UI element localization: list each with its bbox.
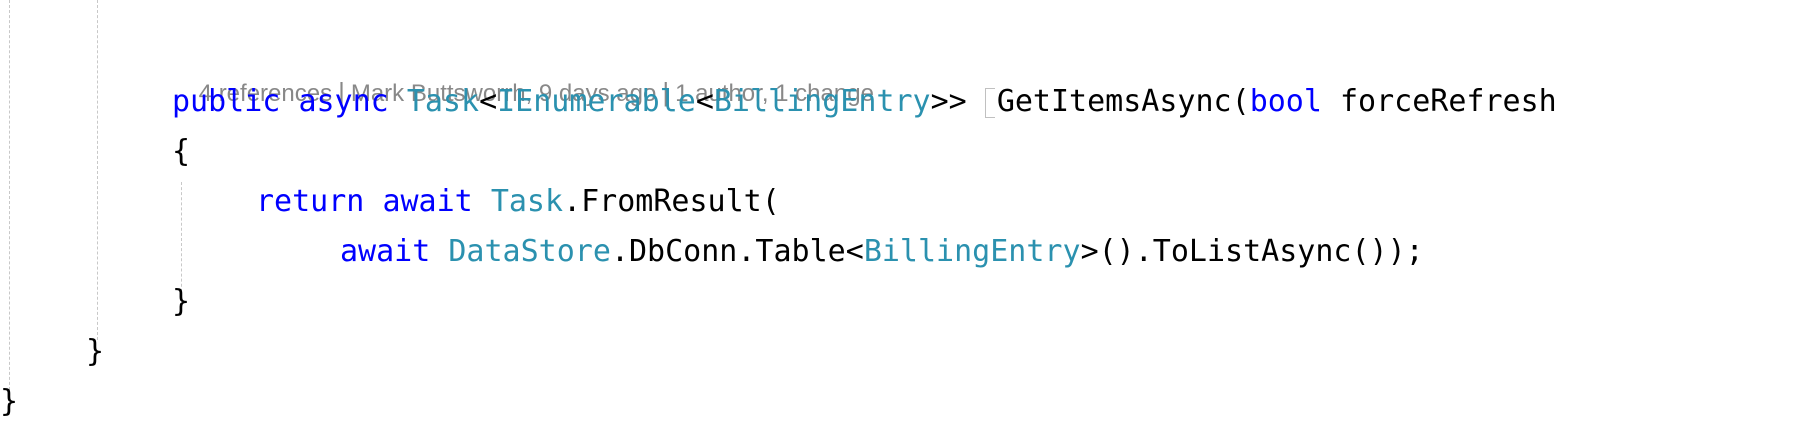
keyword-async: async: [298, 84, 389, 119]
generic-open: <: [695, 84, 714, 119]
brace-close: }: [0, 384, 19, 419]
type-ienumerable: IEnumerable: [497, 84, 696, 119]
generic-open: <: [479, 84, 498, 119]
code-line-close-brace-method[interactable]: }: [172, 280, 190, 324]
type-task: Task: [490, 184, 564, 219]
member-access-dbconn: .DbConn.Table<: [610, 234, 864, 269]
method-call-tolistasync: >().ToListAsync());: [1080, 234, 1424, 269]
indent-guide-class: [97, 0, 98, 340]
brace-open: {: [172, 134, 191, 169]
code-line-close-brace-class[interactable]: }: [86, 330, 104, 374]
keyword-public: public: [172, 84, 281, 119]
code-line-return[interactable]: return await Task.FromResult(: [256, 180, 780, 224]
code-line-close-brace-namespace[interactable]: }: [0, 380, 18, 424]
method-name: GetItemsAsync(: [996, 84, 1250, 119]
keyword-return: return: [256, 184, 365, 219]
indent-guide-outer: [9, 0, 10, 400]
method-call-fromresult: .FromResult(: [563, 184, 780, 219]
type-billingentry: BillingEntry: [863, 234, 1081, 269]
code-line-open-brace[interactable]: {: [172, 130, 190, 174]
text-caret-icon: [984, 87, 995, 118]
code-editor[interactable]: 4 references | Mark Buttsworrh, 9 days ago…: [0, 0, 1809, 441]
code-line-method-signature[interactable]: public async Task<IEnumerable<BillingEnt…: [172, 80, 1557, 124]
generic-close: >>: [930, 84, 967, 119]
keyword-await: await: [382, 184, 473, 219]
brace-close: }: [86, 334, 105, 369]
keyword-await: await: [340, 234, 431, 269]
brace-close: }: [172, 284, 191, 319]
codelens-bar: 4 references | Mark Buttsworrh, 9 days ago…: [172, 38, 874, 107]
parameter-name: forceRefresh: [1340, 84, 1557, 119]
keyword-bool: bool: [1249, 84, 1322, 119]
type-task: Task: [406, 84, 480, 119]
type-datastore: DataStore: [448, 234, 611, 269]
type-billingentry: BillingEntry: [713, 84, 931, 119]
code-line-await-datastore[interactable]: await DataStore.DbConn.Table<BillingEntr…: [340, 230, 1424, 274]
